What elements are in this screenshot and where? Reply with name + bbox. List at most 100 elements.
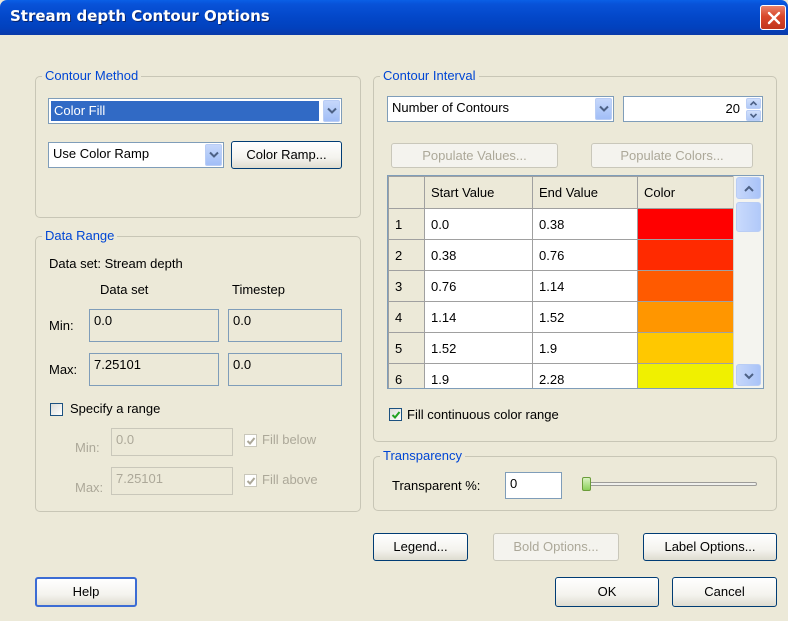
help-button[interactable]: Help: [35, 577, 137, 607]
start-value-header[interactable]: Start Value: [424, 176, 533, 209]
contour-mode-value: Number of Contours: [392, 100, 510, 115]
spin-down-button[interactable]: [746, 110, 761, 121]
cancel-button[interactable]: Cancel: [672, 577, 777, 607]
color-ramp-select[interactable]: Use Color Ramp: [48, 142, 224, 168]
color-cell[interactable]: [637, 301, 735, 333]
contour-mode-select[interactable]: Number of Contours: [387, 96, 614, 122]
fill-continuous-checkbox[interactable]: [389, 408, 402, 421]
start-value-cell[interactable]: 1.14: [424, 301, 533, 333]
contour-method-select[interactable]: Color Fill: [48, 98, 342, 124]
transparency-legend: Transparency: [380, 448, 465, 463]
data-range-legend: Data Range: [42, 228, 118, 243]
chevron-down-icon: [749, 113, 758, 119]
color-header[interactable]: Color: [637, 176, 735, 209]
end-value-cell[interactable]: 1.9: [532, 332, 638, 364]
max-timestep-field[interactable]: 0.0: [228, 353, 342, 386]
end-value-cell[interactable]: 2.28: [532, 363, 638, 388]
row-index: 4: [388, 301, 425, 333]
chevron-down-icon: [327, 107, 337, 114]
fill-below-label: Fill below: [262, 432, 317, 447]
table-row[interactable]: 4 1.14 1.52: [388, 301, 735, 333]
populate-colors-button[interactable]: Populate Colors...: [591, 143, 753, 168]
color-cell[interactable]: [637, 332, 735, 364]
legend-button[interactable]: Legend...: [373, 533, 468, 561]
end-value-header[interactable]: End Value: [532, 176, 638, 209]
start-value-cell[interactable]: 1.52: [424, 332, 533, 364]
contour-table-grid: Start Value End Value Color 1 0.0 0.38 2…: [388, 176, 735, 388]
fill-above-checkbox[interactable]: [244, 474, 257, 487]
transparency-slider-thumb[interactable]: [582, 477, 591, 491]
color-cell[interactable]: [637, 239, 735, 271]
min-timestep-field[interactable]: 0.0: [228, 309, 342, 342]
end-value-cell[interactable]: 1.52: [532, 301, 638, 333]
ok-button[interactable]: OK: [555, 577, 659, 607]
start-value-cell[interactable]: 0.76: [424, 270, 533, 302]
contour-interval-legend: Contour Interval: [380, 68, 479, 83]
contour-count-value: 20: [725, 101, 740, 116]
table-row[interactable]: 2 0.38 0.76: [388, 239, 735, 271]
range-min-label: Min:: [75, 440, 100, 455]
chevron-down-icon: [744, 373, 754, 380]
dataset-column-header: Data set: [100, 282, 149, 297]
range-max-label: Max:: [75, 480, 104, 495]
color-ramp-button[interactable]: Color Ramp...: [231, 141, 342, 169]
transparency-slider-track[interactable]: [582, 482, 757, 486]
label-options-button[interactable]: Label Options...: [643, 533, 777, 561]
color-cell[interactable]: [637, 208, 735, 240]
spin-up-button[interactable]: [746, 98, 761, 109]
chevron-down-icon: [599, 105, 609, 112]
table-row[interactable]: 1 0.0 0.38: [388, 208, 735, 240]
bold-options-button[interactable]: Bold Options...: [493, 533, 619, 561]
table-vertical-scrollbar[interactable]: [733, 176, 763, 388]
start-value-cell[interactable]: 0.0: [424, 208, 533, 240]
end-value-cell[interactable]: 1.14: [532, 270, 638, 302]
range-min-field[interactable]: 0.0: [111, 428, 233, 456]
check-icon: [391, 411, 401, 419]
range-max-field[interactable]: 7.25101: [111, 467, 233, 495]
specify-range-checkbox[interactable]: [50, 403, 63, 416]
start-value-cell[interactable]: 1.9: [424, 363, 533, 388]
contour-count-spinner[interactable]: [746, 98, 761, 121]
contour-count-field[interactable]: 20: [623, 96, 763, 122]
fill-continuous-label: Fill continuous color range: [407, 407, 559, 422]
specify-range-label: Specify a range: [70, 401, 161, 416]
close-icon: [767, 11, 781, 25]
contour-method-dropdown[interactable]: [323, 100, 340, 122]
row-index: 1: [388, 208, 425, 240]
table-row[interactable]: 3 0.76 1.14: [388, 270, 735, 302]
start-value-cell[interactable]: 0.38: [424, 239, 533, 271]
table-corner-header: [388, 176, 425, 209]
max-dataset-field[interactable]: 7.25101: [89, 353, 219, 386]
end-value-cell[interactable]: 0.38: [532, 208, 638, 240]
chevron-up-icon: [749, 100, 758, 106]
close-button[interactable]: [760, 5, 786, 30]
scroll-up-button[interactable]: [736, 177, 761, 199]
row-index: 2: [388, 239, 425, 271]
timestep-column-header: Timestep: [232, 282, 285, 297]
check-icon: [246, 477, 256, 485]
populate-values-button[interactable]: Populate Values...: [391, 143, 558, 168]
transparency-input[interactable]: 0: [505, 472, 562, 499]
color-ramp-dropdown[interactable]: [205, 144, 222, 166]
chevron-down-icon: [209, 151, 219, 158]
end-value-cell[interactable]: 0.76: [532, 239, 638, 271]
contour-table[interactable]: Start Value End Value Color 1 0.0 0.38 2…: [387, 175, 764, 389]
scroll-down-button[interactable]: [736, 364, 761, 386]
min-dataset-field[interactable]: 0.0: [89, 309, 219, 342]
table-row[interactable]: 6 1.9 2.28: [388, 363, 735, 388]
row-index: 3: [388, 270, 425, 302]
min-label: Min:: [49, 318, 74, 333]
check-icon: [246, 437, 256, 445]
color-cell[interactable]: [637, 363, 735, 388]
contour-method-legend: Contour Method: [42, 68, 142, 83]
color-cell[interactable]: [637, 270, 735, 302]
row-index: 5: [388, 332, 425, 364]
max-label: Max:: [49, 362, 78, 377]
transparent-percent-label: Transparent %:: [392, 478, 481, 493]
fill-above-label: Fill above: [262, 472, 318, 487]
contour-mode-dropdown[interactable]: [595, 98, 612, 120]
fill-below-checkbox[interactable]: [244, 434, 257, 447]
scroll-thumb[interactable]: [736, 202, 761, 232]
color-ramp-value: Use Color Ramp: [53, 146, 150, 161]
table-row[interactable]: 5 1.52 1.9: [388, 332, 735, 364]
